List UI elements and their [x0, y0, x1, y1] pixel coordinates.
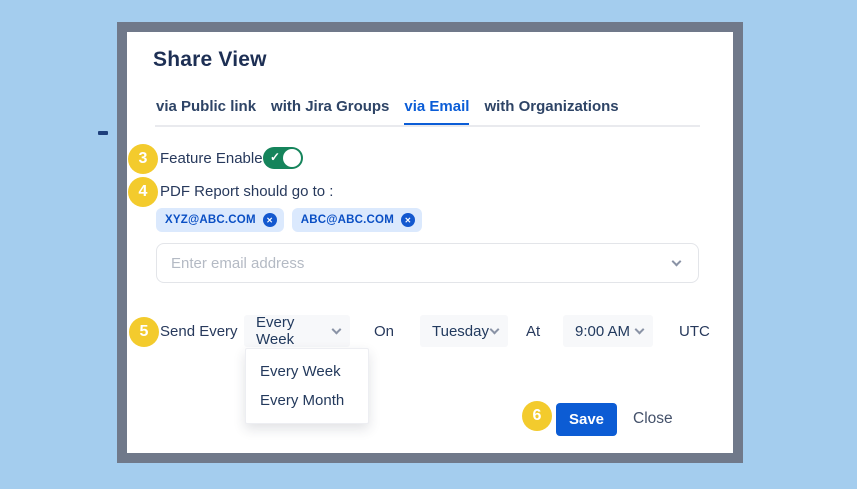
at-label: At [526, 323, 540, 340]
recipient-chips: XYZ@ABC.COM ✕ ABC@ABC.COM ✕ [156, 208, 422, 232]
frequency-select[interactable]: Every Week [244, 315, 350, 347]
day-value: Tuesday [432, 323, 489, 340]
remove-recipient-icon[interactable]: ✕ [401, 213, 415, 227]
annotation-badge-5: 5 [129, 317, 159, 347]
tab-with-organizations[interactable]: with Organizations [484, 98, 618, 126]
close-button[interactable]: Close [633, 410, 673, 428]
email-input-container [156, 243, 699, 283]
email-input[interactable] [157, 255, 673, 272]
day-select[interactable]: Tuesday [420, 315, 508, 347]
feature-enable-toggle[interactable]: ✓ [263, 147, 303, 169]
annotation-badge-4: 4 [128, 177, 158, 207]
time-select[interactable]: 9:00 AM [563, 315, 653, 347]
dialog-frame: Share View via Public link with Jira Gro… [117, 22, 743, 463]
chevron-down-icon [635, 324, 645, 334]
toggle-knob [283, 149, 301, 167]
timezone-label: UTC [679, 323, 710, 340]
tab-via-public-link[interactable]: via Public link [156, 98, 256, 126]
frequency-dropdown-menu: Every Week Every Month [245, 348, 369, 424]
recipient-chip-label: ABC@ABC.COM [301, 214, 394, 226]
tab-with-jira-groups[interactable]: with Jira Groups [271, 98, 389, 126]
share-view-dialog: Share View via Public link with Jira Gro… [127, 32, 733, 453]
send-every-label: Send Every [160, 323, 238, 340]
chevron-down-icon [672, 256, 682, 266]
chevron-down-icon [490, 324, 500, 334]
check-icon: ✓ [270, 150, 280, 164]
annotation-badge-3: 3 [128, 144, 158, 174]
frequency-value: Every Week [256, 314, 333, 348]
remove-recipient-icon[interactable]: ✕ [263, 213, 277, 227]
page-title: Share View [153, 48, 267, 72]
time-value: 9:00 AM [575, 323, 630, 340]
pdf-report-label: PDF Report should go to : [160, 183, 333, 200]
annotation-badge-6: 6 [522, 401, 552, 431]
save-button[interactable]: Save [556, 403, 617, 436]
tabs-divider [155, 125, 700, 127]
recipient-chip: ABC@ABC.COM ✕ [292, 208, 422, 232]
on-label: On [374, 323, 394, 340]
tab-via-email[interactable]: via Email [404, 98, 469, 126]
menu-item-every-month[interactable]: Every Month [246, 386, 368, 415]
recipient-chip: XYZ@ABC.COM ✕ [156, 208, 284, 232]
stray-dash-mark [98, 131, 108, 135]
feature-enable-label: Feature Enable [160, 150, 263, 167]
share-tabs: via Public link with Jira Groups via Ema… [156, 98, 619, 126]
recipient-chip-label: XYZ@ABC.COM [165, 214, 256, 226]
menu-item-every-week[interactable]: Every Week [246, 357, 368, 386]
